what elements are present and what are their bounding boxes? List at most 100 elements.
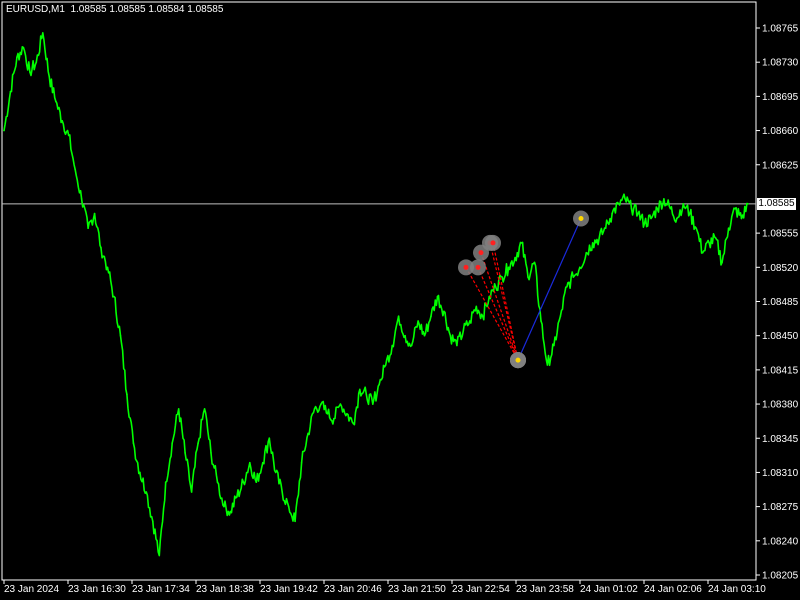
price-point xyxy=(74,168,76,171)
price-point xyxy=(475,305,478,308)
price-point xyxy=(604,227,607,229)
price-point xyxy=(456,344,458,347)
price-point xyxy=(436,295,439,298)
price-point xyxy=(139,471,141,474)
price-point xyxy=(320,403,322,405)
price-point xyxy=(430,315,432,318)
sell-open-marker-dot xyxy=(490,240,496,246)
y-tick-label: 1.08415 xyxy=(762,365,799,376)
price-point xyxy=(229,510,232,513)
price-point xyxy=(384,364,387,366)
price-point xyxy=(410,344,413,347)
price-point xyxy=(197,442,199,444)
price-point xyxy=(268,437,271,440)
price-point xyxy=(9,90,12,93)
price-point xyxy=(404,334,406,337)
price-point xyxy=(281,491,284,493)
price-point xyxy=(190,491,193,493)
price-point xyxy=(617,203,620,205)
price-point xyxy=(35,61,38,63)
y-tick-label: 1.08660 xyxy=(762,126,799,137)
price-point xyxy=(346,413,348,415)
y-tick-label: 1.08240 xyxy=(762,536,799,547)
price-point xyxy=(48,76,51,78)
price-axis: 1.08765 1.08730 1.08695 1.08660 1.08625 1.085… xyxy=(756,24,799,582)
price-point xyxy=(624,198,626,200)
buy-close-marker-dot xyxy=(578,215,584,221)
price-point xyxy=(359,388,361,391)
price-point xyxy=(591,242,594,244)
price-point xyxy=(333,417,335,420)
ohlc-readout: 1.08585 1.08585 1.08584 1.08585 xyxy=(70,4,224,15)
price-point xyxy=(611,212,613,215)
price-point xyxy=(630,207,633,210)
price-point xyxy=(145,491,148,493)
price-point xyxy=(572,276,575,278)
price-point xyxy=(352,422,355,425)
sell-open-marker-dot xyxy=(475,264,481,270)
price-point xyxy=(29,71,31,73)
x-tick-label: 23 Jan 20:46 xyxy=(324,584,382,595)
price-point xyxy=(16,56,18,59)
x-tick-label: 23 Jan 2024 xyxy=(4,584,59,595)
price-point xyxy=(164,481,167,484)
x-tick-label: 23 Jan 21:50 xyxy=(388,584,446,595)
y-tick-label: 1.08485 xyxy=(762,297,799,308)
price-point xyxy=(469,320,471,322)
price-point xyxy=(598,237,600,239)
price-point xyxy=(126,393,128,396)
price-point xyxy=(494,286,497,288)
price-point xyxy=(734,207,736,210)
price-point xyxy=(378,383,381,386)
price-point xyxy=(559,315,562,318)
price-point xyxy=(637,212,639,215)
price-point xyxy=(67,134,70,137)
price-point xyxy=(236,496,238,498)
price-point xyxy=(255,481,258,484)
price-point xyxy=(676,217,678,220)
price-chart[interactable]: 1.08765 1.08730 1.08695 1.08660 1.08625 1.085… xyxy=(0,0,800,600)
price-point xyxy=(527,276,529,278)
price-point xyxy=(397,315,400,318)
y-tick-label: 1.08450 xyxy=(762,331,799,342)
price-point xyxy=(177,408,180,410)
price-point xyxy=(708,242,710,244)
price-point xyxy=(132,442,135,444)
price-point xyxy=(42,32,44,34)
price-point xyxy=(514,256,516,259)
price-point xyxy=(326,413,329,415)
price-point xyxy=(391,344,394,347)
price-point xyxy=(643,222,646,225)
price-point xyxy=(249,461,251,464)
price-point xyxy=(727,227,730,229)
y-tick-label: 1.08205 xyxy=(762,571,799,582)
price-point xyxy=(242,481,245,484)
price-point xyxy=(3,129,5,132)
price-point xyxy=(650,217,652,220)
time-axis: 23 Jan 2024 23 Jan 16:30 23 Jan 17:34 23 Ja… xyxy=(3,580,766,595)
price-point xyxy=(300,461,303,464)
price-point xyxy=(695,227,697,229)
price-point xyxy=(481,315,484,318)
price-point xyxy=(417,320,419,322)
x-tick-label: 24 Jan 03:10 xyxy=(708,584,766,595)
price-point xyxy=(80,198,83,200)
price-point xyxy=(152,520,154,523)
sell-open-marker-dot xyxy=(478,250,484,256)
price-point xyxy=(566,286,568,288)
y-tick-label: 1.08555 xyxy=(762,229,799,240)
price-point xyxy=(216,481,219,484)
price-point xyxy=(585,251,588,254)
price-point xyxy=(203,408,206,410)
price-point xyxy=(747,203,749,205)
price-point xyxy=(223,505,225,508)
price-point xyxy=(171,442,173,444)
x-tick-label: 23 Jan 18:38 xyxy=(196,584,254,595)
y-tick-label: 1.08695 xyxy=(762,92,799,103)
chart-window[interactable]: 1.08765 1.08730 1.08695 1.08660 1.08625 1.085… xyxy=(0,0,800,600)
price-point xyxy=(55,100,57,103)
price-point xyxy=(106,266,109,269)
price-point xyxy=(93,212,96,215)
symbol-header: EURUSD,M1 1.08585 1.08585 1.08584 1.0858… xyxy=(6,4,223,15)
buy-open-marker-dot xyxy=(515,357,521,363)
